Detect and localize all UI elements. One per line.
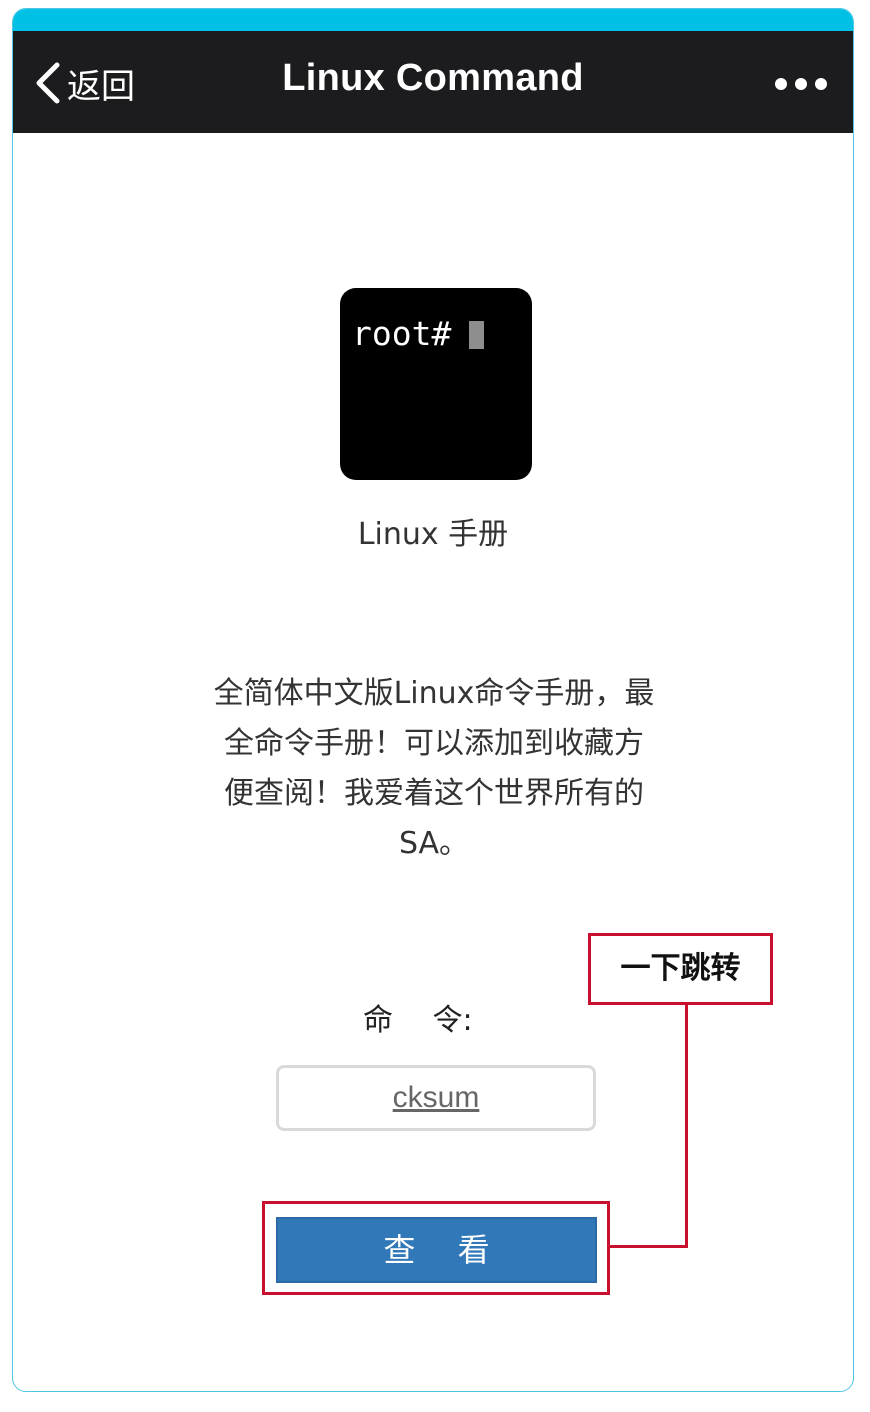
command-label: 命 令: bbox=[363, 1003, 473, 1038]
logo-text: root# bbox=[352, 314, 452, 353]
nav-bar: 返回 Linux Command bbox=[13, 31, 853, 133]
annotation-label: 一下跳转 bbox=[588, 933, 773, 1005]
app-logo: root# bbox=[340, 288, 532, 480]
status-strip bbox=[13, 9, 853, 31]
app-description: 全简体中文版Linux命令手册，最全命令手册！可以添加到收藏方便查阅！我爱着这个… bbox=[213, 676, 655, 861]
more-dot bbox=[795, 78, 807, 90]
command-input[interactable] bbox=[276, 1065, 596, 1131]
phone-frame: 返回 Linux Command root# Linux 手册 全简体中文版Li… bbox=[12, 8, 854, 1392]
more-dot bbox=[775, 78, 787, 90]
annotation-connector-line bbox=[685, 1005, 688, 1248]
app-name: Linux 手册 bbox=[357, 517, 509, 552]
terminal-cursor-icon bbox=[469, 321, 484, 349]
annotation-highlight-box bbox=[262, 1201, 610, 1295]
more-horizontal-icon[interactable] bbox=[775, 75, 827, 93]
annotation-connector-line bbox=[610, 1245, 688, 1248]
page-title: Linux Command bbox=[282, 57, 584, 99]
more-dot bbox=[815, 78, 827, 90]
